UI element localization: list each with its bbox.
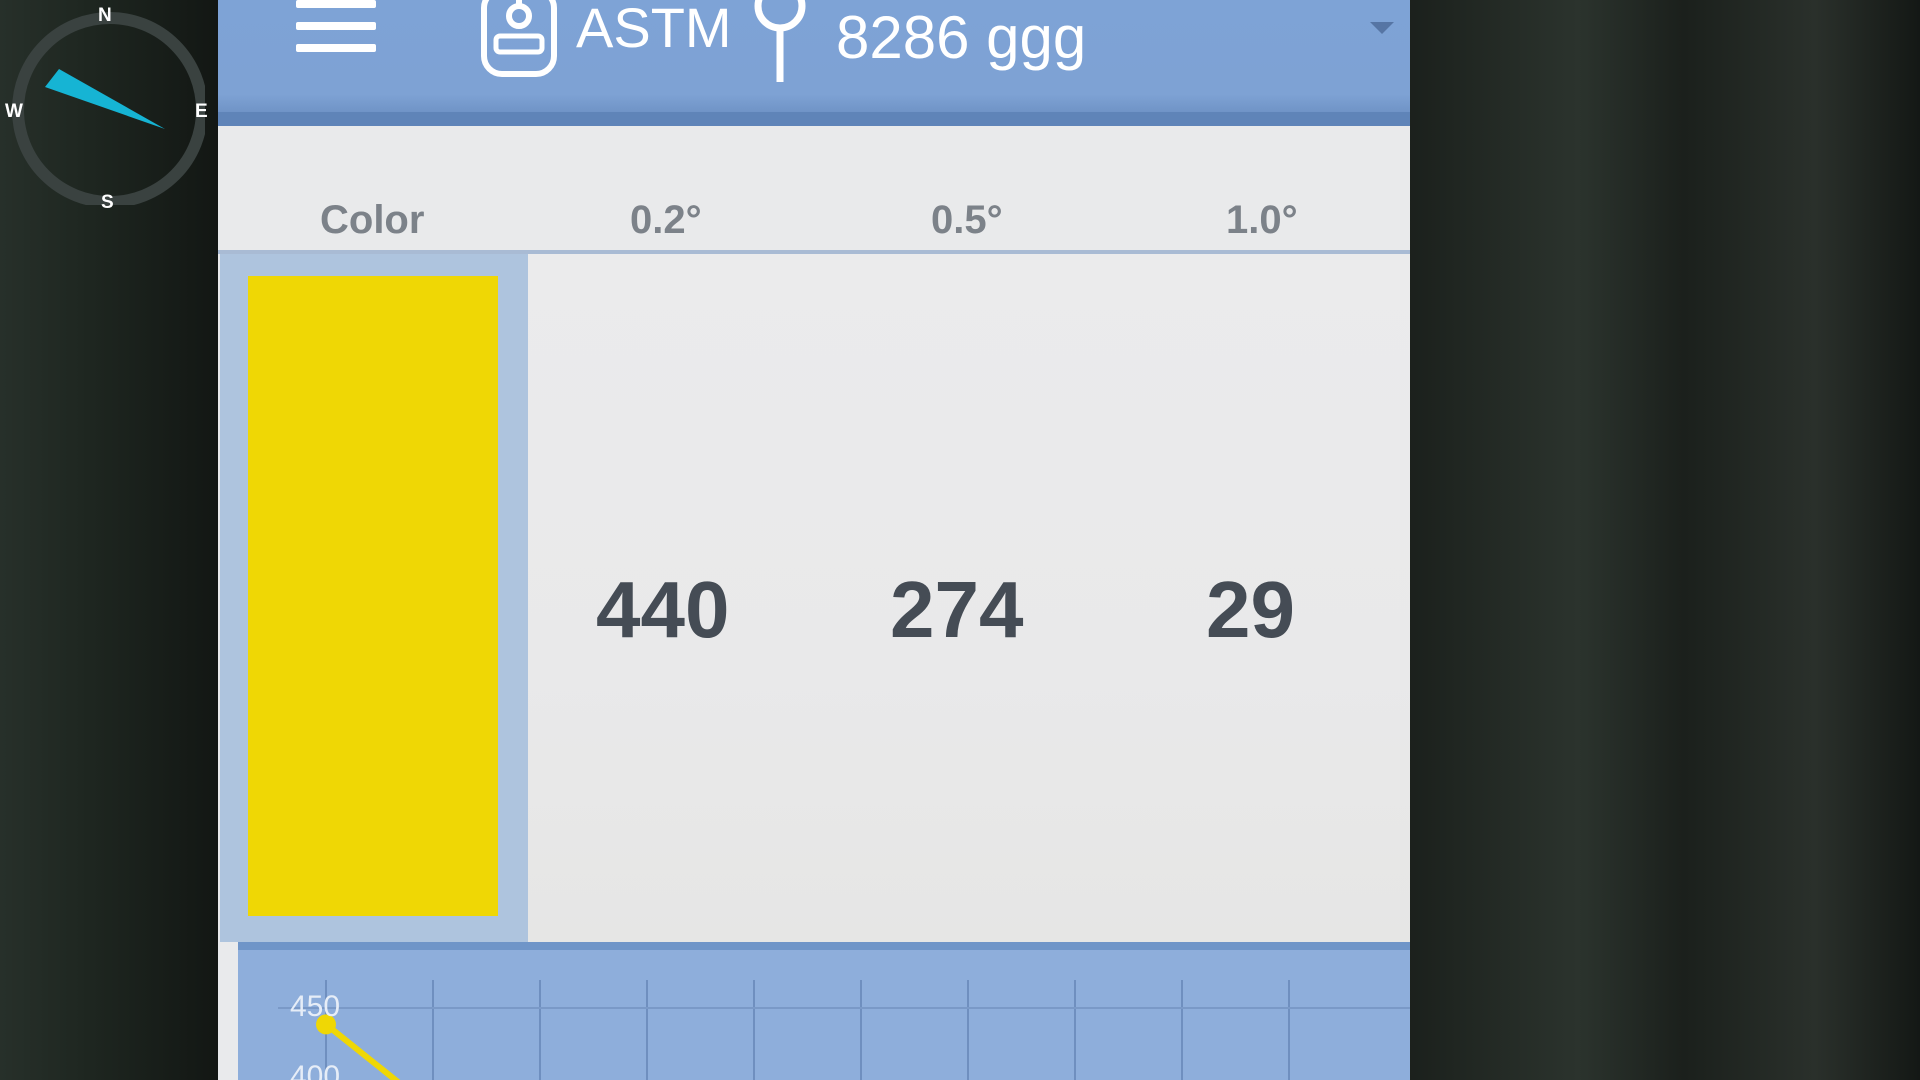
color-cell (220, 254, 528, 942)
table-header: Color 0.2° 0.5° 1.0° (218, 126, 1410, 254)
pin-icon (754, 0, 806, 82)
sample-id[interactable]: 8286 ggg (836, 8, 1086, 68)
compass-west-label: W (5, 101, 23, 122)
compass-widget: N S W E (5, 5, 208, 213)
compass-dial (12, 12, 205, 205)
y-tick-label: 450 (290, 990, 341, 1023)
column-header-1-0-deg: 1.0° (1226, 198, 1298, 242)
app-title: ASTM (576, 0, 732, 59)
header-divider (218, 112, 1410, 126)
value-0-5-deg: 274 (890, 565, 1024, 654)
app-header: ASTM 8286 ggg (218, 0, 1410, 118)
hamburger-menu-icon[interactable] (296, 0, 376, 58)
compass-south-label: S (101, 192, 114, 213)
column-header-0-5-deg: 0.5° (931, 198, 1003, 242)
trend-chart-plot (278, 980, 1410, 1080)
device-bezel-right (1395, 0, 1920, 1080)
compass-needle (45, 69, 165, 129)
trend-chart: 450 400 (238, 950, 1410, 1080)
color-swatch (248, 276, 498, 916)
value-1-0-deg: 29 (1206, 565, 1295, 654)
column-header-color: Color (320, 198, 425, 242)
compass-east-label: E (195, 101, 208, 122)
y-tick-label: 400 (290, 1060, 341, 1080)
value-0-2-deg: 440 (596, 565, 730, 654)
device-icon (481, 0, 557, 77)
column-header-0-2-deg: 0.2° (630, 198, 702, 242)
chevron-down-icon[interactable] (1370, 22, 1394, 34)
camera-scene: N S W E ASTM 8286 ggg Color 0.2° 0.5° 1.… (0, 0, 1920, 1080)
chart-top-rule (238, 942, 1410, 950)
compass-north-label: N (98, 5, 112, 26)
device-screen: ASTM 8286 ggg Color 0.2° 0.5° 1.0° 440 2… (218, 0, 1410, 1080)
